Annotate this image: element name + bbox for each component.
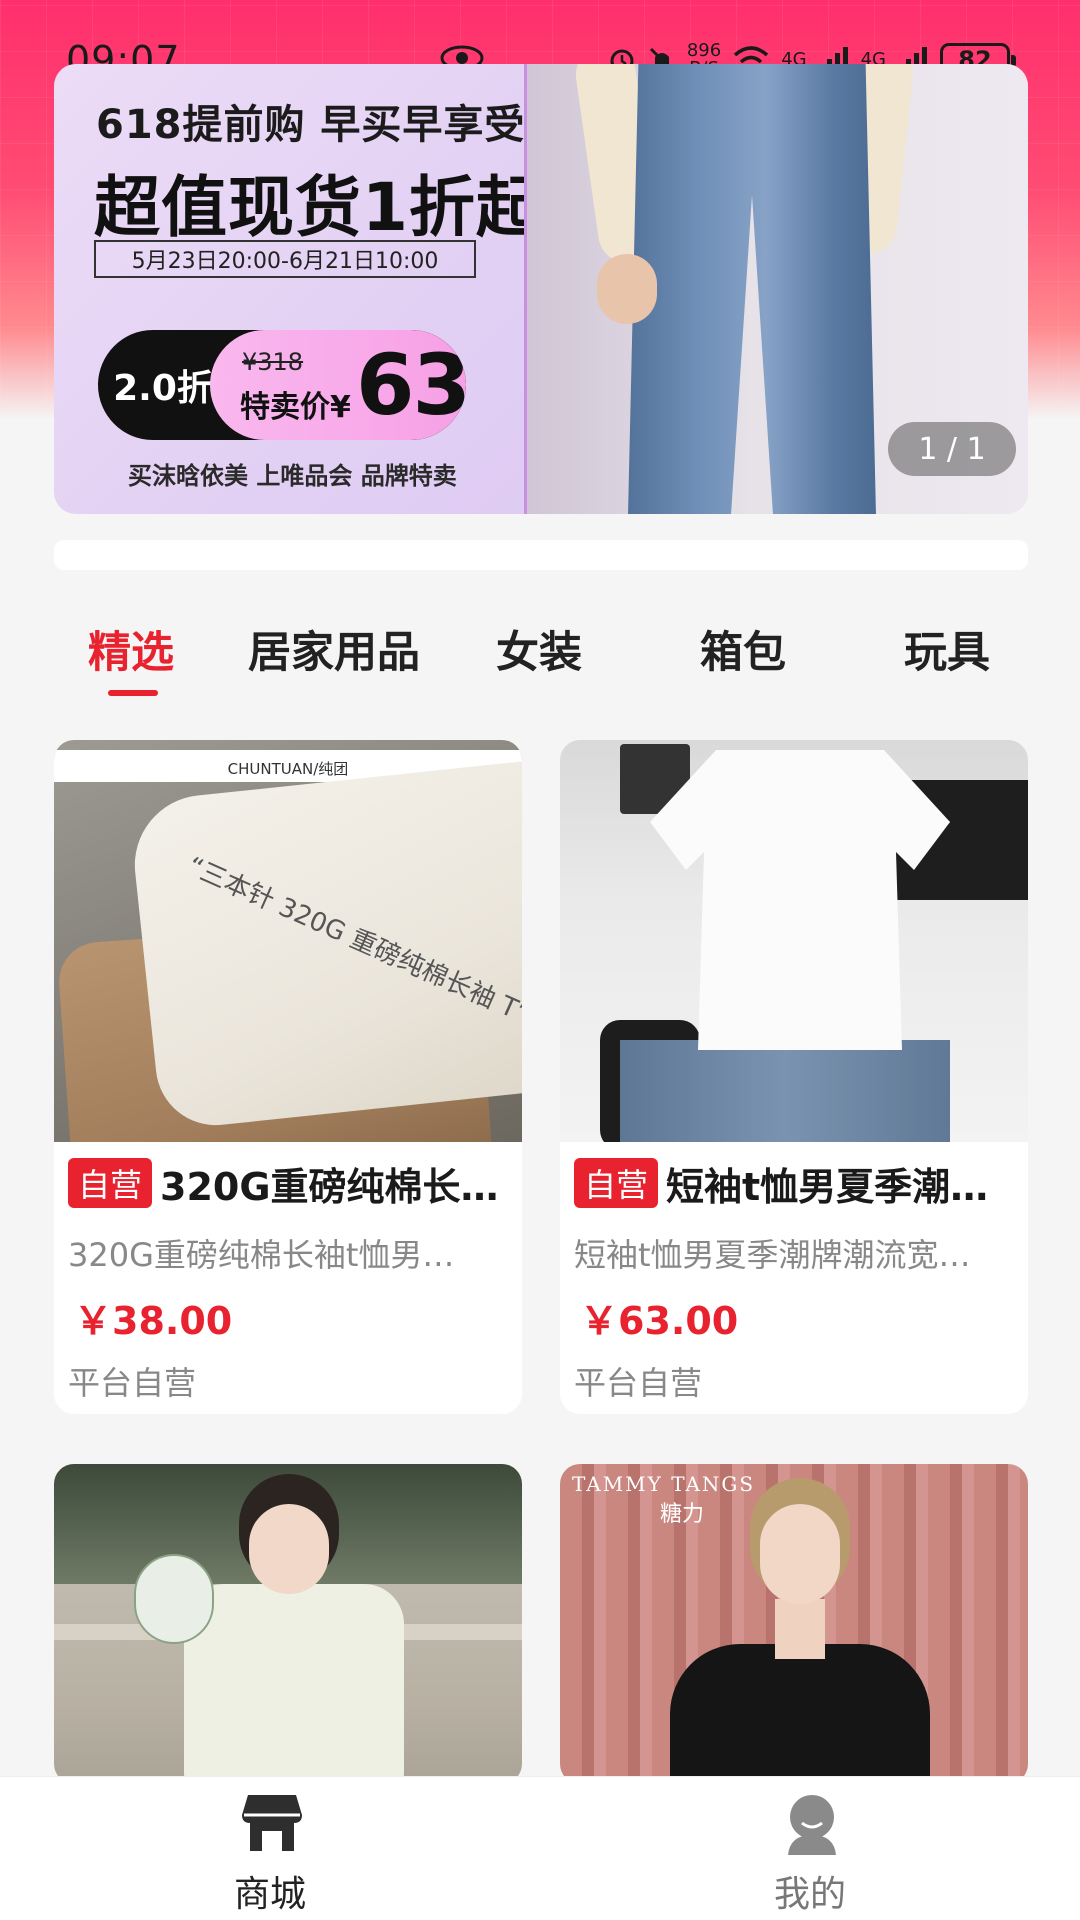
product-title: 320G重磅纯棉长… — [160, 1164, 499, 1209]
banner-main-title: 超值现货1折起 — [94, 169, 543, 246]
product-card[interactable]: TAMMY TANGS 糖力 — [560, 1464, 1028, 1784]
product-price: ￥63.00 — [580, 1299, 739, 1343]
product-image-brand: TAMMY TANGS — [572, 1472, 756, 1496]
product-card[interactable] — [54, 1464, 522, 1784]
tab-toys[interactable]: 玩具 — [904, 618, 990, 698]
banner-special-label: 特卖价¥ — [240, 390, 351, 425]
product-shop: 平台自营 — [68, 1364, 197, 1402]
product-image: TAMMY TANGS 糖力 — [560, 1464, 1028, 1784]
banner-price-box: ¥318 特卖价¥ 63 — [210, 330, 466, 440]
banner-discount: 2.0折 — [113, 368, 213, 409]
product-image — [560, 740, 1028, 1142]
nav-profile-label: 我的 — [773, 1874, 846, 1915]
product-image: CHUNTUAN/纯团 “三本针 320G 重磅纯棉长袖 T” — [54, 740, 522, 1142]
product-subtitle: 短袖t恤男夏季潮牌潮流宽… — [574, 1236, 971, 1274]
product-title-row: 自营 短袖t恤男夏季潮… — [574, 1158, 1014, 1208]
product-card[interactable]: 自营 短袖t恤男夏季潮… 短袖t恤男夏季潮牌潮流宽… ￥63.00 平台自营 — [560, 740, 1028, 1414]
category-tabs: 精选 居家用品 女装 箱包 玩具 — [0, 618, 1080, 698]
product-card[interactable]: CHUNTUAN/纯团 “三本针 320G 重磅纯棉长袖 T” 自营 320G重… — [54, 740, 522, 1414]
product-image — [54, 1464, 522, 1784]
product-title-row: 自营 320G重磅纯棉长… — [68, 1158, 508, 1208]
product-price: ￥38.00 — [74, 1299, 233, 1343]
store-icon — [242, 1795, 302, 1851]
product-title: 短袖t恤男夏季潮… — [666, 1164, 989, 1209]
tab-featured[interactable]: 精选 — [88, 618, 174, 698]
tab-womens-clothing[interactable]: 女装 — [496, 618, 582, 698]
banner-text-area: 618提前购 早买早享受 超值现货1折起 5月23日20:00-6月21日10:… — [54, 64, 542, 514]
notice-strip — [54, 540, 1028, 570]
product-shop: 平台自营 — [574, 1364, 703, 1402]
tab-active-indicator — [108, 690, 158, 696]
tab-bags[interactable]: 箱包 — [700, 618, 786, 698]
banner-original-price: ¥318 — [242, 348, 304, 376]
product-image-brand-cn: 糖力 — [660, 1502, 705, 1527]
product-subtitle: 320G重磅纯棉长袖t恤男… — [68, 1236, 455, 1274]
promo-banner[interactable]: 618提前购 早买早享受 超值现货1折起 5月23日20:00-6月21日10:… — [54, 64, 1028, 514]
nav-store-label: 商城 — [233, 1874, 306, 1915]
nav-profile[interactable]: 我的 — [710, 1777, 910, 1920]
banner-page-counter: 1 / 1 — [888, 422, 1016, 476]
banner-tagline: 买沫晗依美 上唯品会 品牌特卖 — [128, 462, 457, 490]
banner-special-price: 63 — [356, 336, 466, 434]
self-operated-badge: 自营 — [574, 1158, 659, 1208]
bottom-navigation: 商城 我的 — [0, 1776, 1080, 1920]
banner-headline: 618提前购 早买早享受 — [96, 102, 526, 148]
banner-date-range: 5月23日20:00-6月21日10:00 — [94, 240, 476, 278]
self-operated-badge: 自营 — [68, 1158, 153, 1208]
nav-store[interactable]: 商城 — [170, 1777, 370, 1920]
tab-home-goods[interactable]: 居家用品 — [248, 618, 420, 698]
user-icon — [788, 1795, 836, 1855]
banner-price-pill: 2.0折 ¥318 特卖价¥ 63 — [98, 330, 466, 440]
